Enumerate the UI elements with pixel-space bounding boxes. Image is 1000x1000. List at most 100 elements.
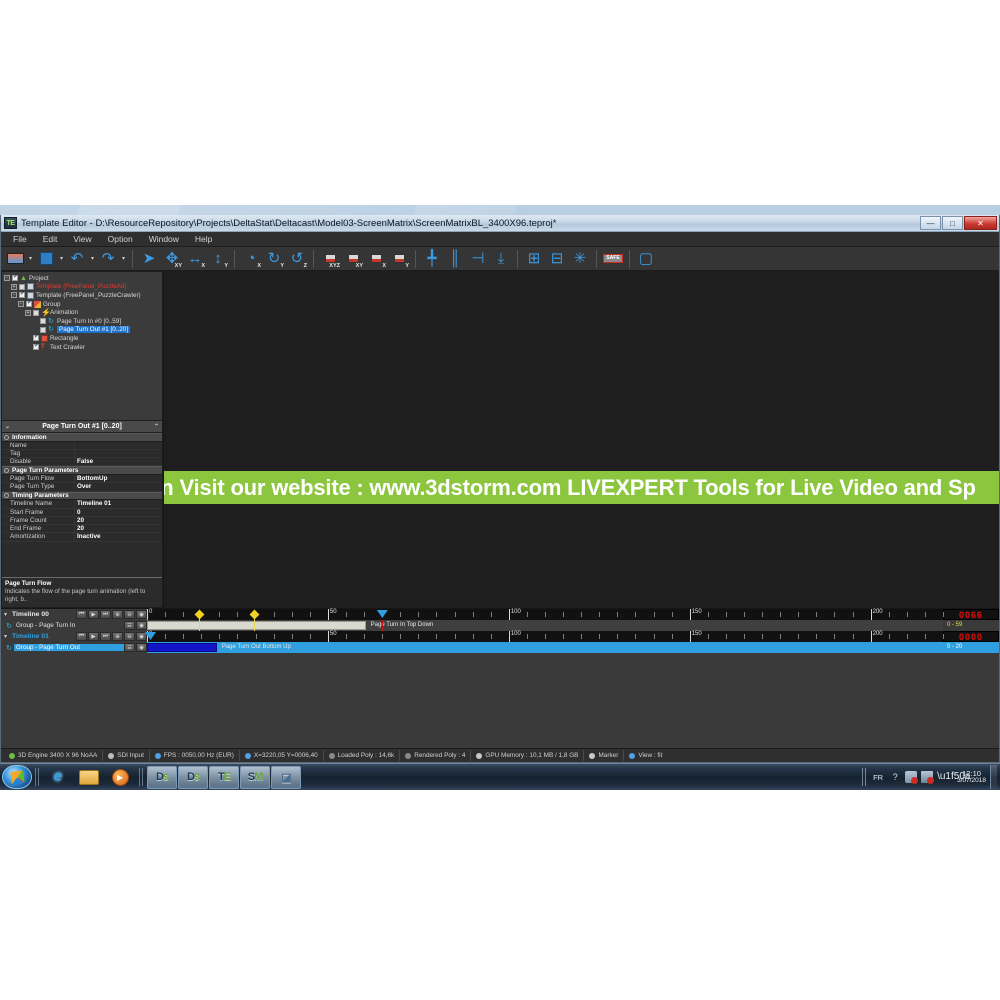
scale-xy-tool-button[interactable]: XY bbox=[342, 248, 364, 269]
timeline-name-label[interactable]: Timeline 00 bbox=[12, 611, 76, 618]
render-viewport[interactable]: ction Visit our website : www.3dstorm.co… bbox=[164, 271, 999, 608]
media-player-icon[interactable]: ▶ bbox=[105, 766, 135, 789]
rotate-z-tool-button[interactable]: ↺ Z bbox=[286, 248, 308, 269]
clip-lane[interactable]: Page Turn In Top Down bbox=[147, 620, 943, 631]
show-desktop-button[interactable] bbox=[990, 765, 997, 789]
safe-area-button[interactable]: SAFE bbox=[602, 248, 624, 269]
timeline-play-button[interactable]: ▶ bbox=[88, 632, 99, 641]
menu-item-edit[interactable]: Edit bbox=[35, 232, 66, 247]
properties-collapse-right-icon[interactable]: ⌃ bbox=[154, 423, 159, 430]
timeline-zoom-out-button[interactable]: ⊖ bbox=[124, 632, 135, 641]
display-icon[interactable] bbox=[921, 771, 935, 784]
properties-grid[interactable]: Information Name Tag Disable False Page Turn … bbox=[2, 433, 162, 577]
timeline-visibility-button[interactable]: ◉ bbox=[136, 632, 147, 641]
tray-grip[interactable] bbox=[862, 768, 869, 786]
internet-explorer-icon[interactable]: e bbox=[43, 766, 73, 789]
chevron-down-icon[interactable]: ▾ bbox=[120, 255, 127, 262]
property-group-information[interactable]: Information bbox=[2, 433, 162, 442]
distribute-horizontal-button[interactable]: ║ bbox=[444, 248, 466, 269]
property-row-tag[interactable]: Tag bbox=[2, 449, 162, 459]
timeline-visibility-button[interactable]: ◉ bbox=[136, 610, 147, 619]
project-tree-panel[interactable]: -▲Project+Template (FreePanel_PuzzleAd)-… bbox=[1, 271, 163, 421]
group-collapse-icon[interactable] bbox=[4, 468, 9, 474]
select-tool-button[interactable]: ➤ bbox=[138, 248, 160, 269]
tree-visibility-checkbox[interactable] bbox=[12, 273, 18, 282]
menu-item-file[interactable]: File bbox=[5, 232, 35, 247]
current-frame-counter[interactable]: 0000 bbox=[943, 631, 999, 642]
tree-item-group[interactable]: - Group bbox=[4, 299, 162, 309]
property-value[interactable] bbox=[74, 449, 162, 458]
tree-item-page-turn-in-0-0-59[interactable]: ↻ Page Turn In #0 [0..59] bbox=[4, 317, 162, 326]
current-frame-counter[interactable]: 0066 bbox=[943, 609, 999, 620]
timeline-layer-label[interactable]: Group - Page Turn Out bbox=[14, 644, 124, 651]
tree-visibility-checkbox[interactable] bbox=[40, 318, 46, 325]
quicklaunch-grip[interactable] bbox=[35, 768, 40, 786]
maximize-button[interactable]: □ bbox=[942, 216, 963, 230]
property-value[interactable] bbox=[74, 441, 162, 449]
tree-item-animation[interactable]: + ⚡ Animation bbox=[4, 308, 162, 317]
timeline-keys-button[interactable]: ☰ bbox=[124, 621, 135, 630]
minimize-button[interactable]: — bbox=[920, 216, 941, 230]
scale-x-tool-button[interactable]: X bbox=[365, 248, 387, 269]
chevron-down-icon[interactable]: ▾ bbox=[89, 255, 96, 262]
tree-item-template-freepanel-puzzlead[interactable]: + Template (FreePanel_PuzzleAd) bbox=[4, 283, 162, 292]
align-top-button[interactable]: ⤓ bbox=[490, 248, 512, 269]
tree-visibility-checkbox[interactable] bbox=[33, 309, 39, 316]
timeline-keys-button[interactable]: ☰ bbox=[124, 643, 135, 652]
undo-button[interactable]: ↶ bbox=[66, 248, 88, 269]
align-left-edges-button[interactable]: ⊣ bbox=[467, 248, 489, 269]
timeline-first-frame-button[interactable]: ⏮ bbox=[76, 632, 87, 641]
property-value[interactable]: 0 bbox=[74, 508, 162, 516]
taskbar-app-ds-2[interactable]: Ds bbox=[178, 765, 208, 789]
property-value[interactable]: False bbox=[74, 458, 162, 466]
property-row-frame-count[interactable]: Frame Count 20 bbox=[2, 516, 162, 526]
scale-xyz-tool-button[interactable]: XYZ bbox=[319, 248, 341, 269]
property-value[interactable]: Over bbox=[74, 483, 162, 491]
chevron-down-icon[interactable]: ▾ bbox=[58, 255, 65, 262]
animation-clip-bar[interactable] bbox=[147, 621, 366, 630]
tree-visibility-checkbox[interactable] bbox=[19, 290, 25, 299]
property-row-page-turn-flow[interactable]: Page Turn Flow BottomUp bbox=[2, 475, 162, 484]
taskbar-app-notepad[interactable]: ◪ bbox=[271, 765, 301, 789]
taskbar-app-te[interactable]: TE bbox=[209, 765, 239, 789]
language-indicator[interactable]: FR bbox=[873, 773, 883, 782]
property-value[interactable]: 20 bbox=[74, 525, 162, 533]
property-row-page-turn-type[interactable]: Page Turn Type Over bbox=[2, 483, 162, 492]
property-group-page-turn-parameters[interactable]: Page Turn Parameters bbox=[2, 466, 162, 476]
network-error-icon[interactable] bbox=[905, 771, 919, 784]
timeline-zoom-out-button[interactable]: ⊖ bbox=[124, 610, 135, 619]
tree-visibility-checkbox[interactable] bbox=[19, 283, 25, 290]
property-row-timeline-name[interactable]: Timeline Name Timeline 01 bbox=[2, 500, 162, 509]
rotate-y-tool-button[interactable]: ↻ Y bbox=[263, 248, 285, 269]
timeline-zoom-in-button[interactable]: ⊕ bbox=[112, 610, 123, 619]
property-row-amortization[interactable]: Amortization Inactive bbox=[2, 533, 162, 542]
fit-frame-button[interactable]: ⊟ bbox=[546, 248, 568, 269]
bounding-box-button[interactable]: ▢ bbox=[635, 248, 657, 269]
timeline-ruler-area[interactable]: 050100150200 bbox=[145, 631, 944, 642]
save-button[interactable] bbox=[35, 248, 57, 269]
group-collapse-icon[interactable] bbox=[4, 434, 9, 440]
tree-expander-icon[interactable]: - bbox=[11, 292, 17, 299]
properties-collapse-left-icon[interactable]: ⌄ bbox=[5, 423, 10, 430]
tree-expander-icon[interactable]: + bbox=[11, 283, 17, 290]
move-y-tool-button[interactable]: ↕ Y bbox=[207, 248, 229, 269]
property-value[interactable]: BottomUp bbox=[74, 475, 162, 483]
taskbar-app-sm[interactable]: SM bbox=[240, 765, 270, 789]
timeline-zoom-in-button[interactable]: ⊕ bbox=[112, 632, 123, 641]
close-button[interactable]: ✕ bbox=[964, 216, 997, 230]
tasks-grip[interactable] bbox=[139, 768, 144, 786]
timeline-last-frame-button[interactable]: ⏭ bbox=[100, 632, 111, 641]
timeline-layer-label[interactable]: Group - Page Turn In bbox=[14, 622, 124, 629]
tree-visibility-checkbox[interactable] bbox=[40, 326, 46, 333]
timeline-collapse-icon[interactable]: ▾ bbox=[4, 611, 12, 618]
property-value[interactable]: Inactive bbox=[74, 533, 162, 541]
volume-icon[interactable]: \u1f50a bbox=[937, 771, 970, 783]
property-group-timing-parameters[interactable]: Timing Parameters bbox=[2, 491, 162, 501]
scale-y-tool-button[interactable]: Y bbox=[388, 248, 410, 269]
timeline-last-frame-button[interactable]: ⏭ bbox=[100, 610, 111, 619]
property-row-end-frame[interactable]: End Frame 20 bbox=[2, 525, 162, 534]
tree-item-text-crawler[interactable]: T Text Crawler bbox=[4, 342, 162, 352]
move-x-tool-button[interactable]: ↔ X bbox=[184, 248, 206, 269]
rotate-x-tool-button[interactable]: ◔ X bbox=[240, 248, 262, 269]
center-in-frame-button[interactable]: ⊞ bbox=[523, 248, 545, 269]
